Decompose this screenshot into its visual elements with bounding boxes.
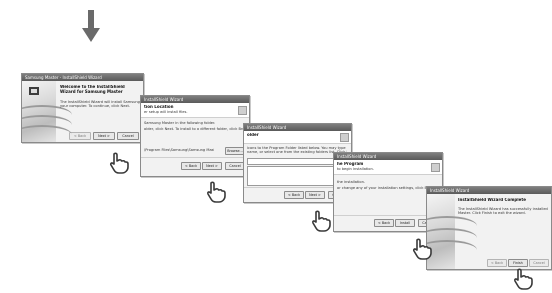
back-button[interactable]: < Back: [181, 162, 201, 170]
next-button[interactable]: Next >: [305, 191, 325, 199]
window-title: Samsung Master - InstallShield Wizard: [22, 74, 143, 81]
install-button[interactable]: Install: [395, 219, 415, 227]
cancel-button[interactable]: Cancel: [529, 259, 549, 267]
installer-banner-image: [22, 81, 72, 142]
wizard-body-line-2: your computer. To continue, click Next.: [60, 104, 131, 108]
wizard-heading: Welcome to the InstallShield Wizard for …: [60, 85, 125, 94]
hand-cursor-icon: [206, 181, 226, 203]
installer-window-complete: InstallShield Wizard InstallShield Wizar…: [426, 186, 552, 270]
back-button[interactable]: < Back: [487, 259, 507, 267]
wizard-subheading: to begin installation.: [337, 167, 374, 171]
finish-button[interactable]: Finish: [508, 259, 528, 267]
wizard-body-line-2: older, click Next. To install to a diffe…: [144, 127, 246, 131]
wizard-body-line-2: name, or select one from the existing fo…: [247, 150, 347, 154]
wizard-heading: he Program: [337, 162, 364, 166]
folder-icon: [340, 133, 349, 142]
hand-cursor-icon: [513, 268, 533, 290]
cancel-button[interactable]: Cancel: [225, 162, 245, 170]
browse-button[interactable]: Browse...: [225, 147, 245, 155]
cancel-button[interactable]: Cancel: [117, 132, 139, 140]
hand-cursor-icon: [109, 152, 129, 174]
window-title: InstallShield Wizard: [334, 153, 442, 160]
wizard-body-line-2: Master. Click Finish to exit the wizard.: [458, 211, 526, 215]
installer-window-location: InstallShield Wizard tion Location er se…: [140, 95, 250, 177]
back-button[interactable]: < Back: [69, 132, 91, 140]
next-button[interactable]: Next >: [202, 162, 222, 170]
hand-cursor-icon: [412, 238, 432, 260]
window-title: InstallShield Wizard: [244, 124, 351, 131]
down-arrow-icon: [82, 10, 100, 42]
back-button[interactable]: < Back: [284, 191, 304, 199]
window-title: InstallShield Wizard: [427, 187, 551, 194]
installer-window-welcome: Samsung Master - InstallShield Wizard We…: [21, 73, 144, 143]
wizard-heading: older: [247, 133, 259, 137]
installer-logo-icon: [29, 87, 39, 95]
computer-icon: [238, 106, 247, 115]
computer-icon: [431, 163, 440, 172]
back-button[interactable]: < Back: [374, 219, 394, 227]
wizard-heading: InstallShield Wizard Complete: [458, 198, 526, 202]
window-title: InstallShield Wizard: [141, 96, 249, 103]
wizard-heading: tion Location: [144, 105, 174, 109]
wizard-subheading: er setup will install files.: [144, 110, 188, 114]
install-path: \Program Files\Samsung\Samsung Master: [144, 148, 214, 152]
wizard-body-line-2: or change any of your installation setti…: [337, 186, 437, 190]
hand-cursor-icon: [311, 210, 331, 232]
next-button[interactable]: Next >: [93, 132, 115, 140]
wizard-body-line-1: the installation.: [337, 180, 366, 184]
wizard-body-line-1: Samsung Master in the following folder.: [144, 121, 216, 125]
